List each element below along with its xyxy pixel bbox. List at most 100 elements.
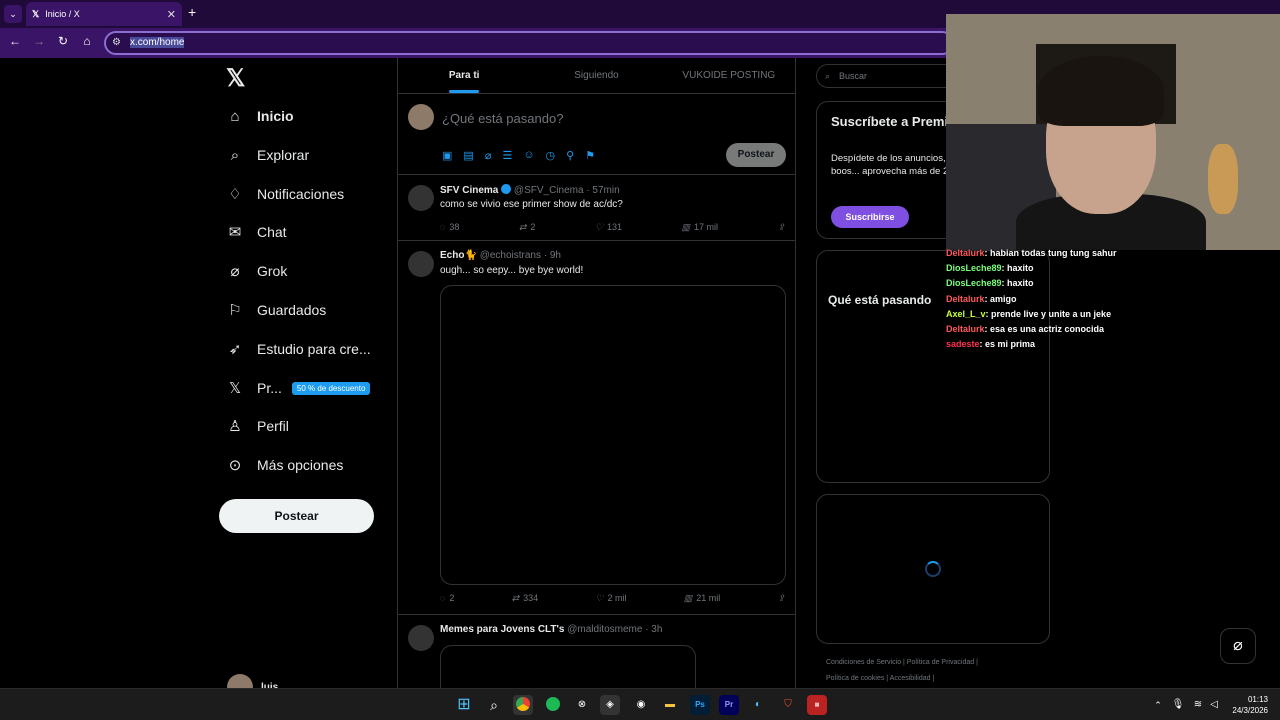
post-handle[interactable]: @malditosmeme · 3h <box>567 624 662 635</box>
grok-icon[interactable]: ⌀ <box>485 149 492 162</box>
bell-icon: ♢ <box>228 186 242 203</box>
post-handle[interactable]: @SFV_Cinema · 57min <box>514 185 620 196</box>
location-icon[interactable]: ⚲ <box>566 149 574 162</box>
post-author[interactable]: SFV Cinema <box>440 185 498 196</box>
system-clock[interactable]: 01:13 24/3/2026 <box>1224 694 1268 716</box>
share-button[interactable]: ⇪ <box>777 222 785 233</box>
nav-label: Perfil <box>257 418 289 434</box>
post[interactable]: SFV Cinema @SFV_Cinema · 57min como se v… <box>398 175 795 241</box>
repost-button[interactable]: ⇄ 2 <box>519 222 536 233</box>
post-text: como se vivio ese primer show de ac/dc? <box>440 199 623 210</box>
share-button[interactable]: ⇪ <box>777 593 785 604</box>
nav-notifications[interactable]: ♢ Notificaciones <box>226 179 344 209</box>
chrome-icon[interactable] <box>513 695 533 715</box>
forward-icon[interactable]: → <box>30 34 48 48</box>
nav-grok[interactable]: ⌀ Grok <box>226 256 287 286</box>
chevron-up-icon[interactable]: ⌃ <box>1148 695 1168 715</box>
steam-icon[interactable]: ◈ <box>600 695 620 715</box>
gif-icon[interactable]: ▤ <box>463 149 473 162</box>
nav-label: Pr... <box>257 380 282 396</box>
brave-icon[interactable]: ⛉ <box>778 695 798 715</box>
footer-links[interactable]: Política de cookies | Accesibilidad | <box>826 675 934 682</box>
nav-profile[interactable]: ♙ Perfil <box>226 411 289 441</box>
tab-search-button[interactable]: ⌄ <box>4 5 22 23</box>
windows-start-icon[interactable]: ⊞ <box>454 695 474 715</box>
post-author[interactable]: Memes para Jovens CLT's <box>440 624 564 635</box>
post[interactable]: Memes para Jovens CLT's @malditosmeme · … <box>398 615 795 688</box>
footer-links[interactable]: Condiciones de Servicio | Política de Pr… <box>826 659 978 666</box>
tab-close-icon[interactable]: ✕ <box>167 8 176 21</box>
reload-icon[interactable]: ↻ <box>54 34 72 48</box>
image-icon[interactable]: ▣ <box>442 149 452 162</box>
x-logo-icon[interactable]: 𝕏 <box>226 64 245 93</box>
spotify-icon[interactable] <box>543 695 563 715</box>
microphone-icon[interactable]: 🎙 <box>1168 695 1188 715</box>
reply-icon: ◌ <box>440 593 446 603</box>
game-icon[interactable]: ▦ <box>807 695 827 715</box>
post-actions: ◌ 38 ⇄ 2 ♡ 131 ▥ 17 mil ⇪ <box>440 222 785 233</box>
nav-explore[interactable]: ⌕ Explorar <box>226 140 309 170</box>
nav-creator-studio[interactable]: ➶ Estudio para cre... <box>226 334 371 364</box>
post-button[interactable]: Postear <box>219 499 374 533</box>
post-handle[interactable]: @echoistrans · 9h <box>480 250 561 261</box>
obs-icon[interactable]: ◉ <box>631 695 651 715</box>
address-bar[interactable]: ⚙ x.com/home <box>104 31 954 55</box>
like-button[interactable]: ♡ 2 mil <box>595 593 626 604</box>
poll-icon[interactable]: ☰ <box>502 149 512 162</box>
views-button[interactable]: ▥ 17 mil <box>681 222 718 233</box>
avatar[interactable] <box>408 625 434 651</box>
post-author[interactable]: Echo🐈 <box>440 250 477 261</box>
avatar[interactable] <box>408 251 434 277</box>
stream-chat-overlay: Deltalurk: habian todas tung tung sahur … <box>946 246 1226 352</box>
reply-button[interactable]: ◌ 38 <box>440 222 459 233</box>
chat-text: : haxito <box>1001 263 1034 274</box>
search-icon[interactable]: ⌕ <box>484 695 504 715</box>
nav-chat[interactable]: ✉ Chat <box>226 217 287 247</box>
heart-icon: ♡ <box>594 222 603 232</box>
post-media[interactable] <box>440 285 786 585</box>
compose-box: ¿Qué está pasando? ▣ ▤ ⌀ ☰ ☺ ◷ ⚲ ⚑ Poste… <box>398 94 795 175</box>
back-icon[interactable]: ← <box>6 34 24 48</box>
site-info-icon[interactable]: ⚙ <box>112 33 121 53</box>
browser-tab[interactable]: 𝕏 Inicio / X ✕ <box>26 2 182 26</box>
nav-home[interactable]: ⌂ Inicio <box>226 101 293 131</box>
chat-message: Deltalurk: amigo <box>946 292 1226 307</box>
tab-following[interactable]: Siguiendo <box>530 58 662 93</box>
views-button[interactable]: ▥ 21 mil <box>684 593 721 604</box>
tab-for-you[interactable]: Para ti <box>398 58 530 93</box>
flag-icon[interactable]: ⚑ <box>585 149 595 162</box>
post-text: ough... so eepy... bye bye world! <box>440 265 584 276</box>
premiere-icon[interactable]: Pr <box>719 695 739 715</box>
folder-icon[interactable]: ▬ <box>660 695 680 715</box>
trends-title: Qué está pasando <box>828 293 932 307</box>
new-tab-button[interactable]: + <box>188 4 196 20</box>
post-media[interactable] <box>440 645 696 688</box>
tab-list[interactable]: VUKOIDE POSTING <box>663 58 795 93</box>
webcam-guitar <box>1208 144 1238 214</box>
repost-button[interactable]: ⇄ 334 <box>512 593 539 604</box>
subscribe-button[interactable]: Suscribirse <box>831 206 909 228</box>
post[interactable]: Echo🐈 @echoistrans · 9h ough... so eepy.… <box>398 241 795 615</box>
emoji-icon[interactable]: ☺ <box>523 149 534 162</box>
photoshop-icon[interactable]: Ps <box>690 695 710 715</box>
compose-input[interactable]: ¿Qué está pasando? <box>442 111 563 126</box>
schedule-icon[interactable]: ◷ <box>546 149 556 162</box>
xbox-icon[interactable]: ⊗ <box>572 695 592 715</box>
share-icon: ⇪ <box>777 222 785 232</box>
like-button[interactable]: ♡ 131 <box>595 222 622 233</box>
search-placeholder: Buscar <box>839 71 868 81</box>
avatar[interactable] <box>408 185 434 211</box>
loading-card <box>816 494 1050 644</box>
nav-label: Chat <box>257 224 287 240</box>
nav-bookmarks[interactable]: ⚐ Guardados <box>226 295 326 325</box>
nav-more[interactable]: ⊙ Más opciones <box>226 450 344 480</box>
compose-post-button[interactable]: Postear <box>726 143 786 167</box>
nav-premium[interactable]: 𝕏 Pr... 50 % de descuento <box>226 373 371 403</box>
rocket-icon: ➶ <box>228 341 242 358</box>
home-icon[interactable]: ⌂ <box>78 34 96 48</box>
grok-float-button[interactable]: ⌀ <box>1220 628 1256 664</box>
cortana-icon[interactable]: ◐ <box>748 695 768 715</box>
volume-icon[interactable]: ◁ <box>1204 695 1224 715</box>
reply-button[interactable]: ◌ 2 <box>440 593 454 604</box>
chat-text: : esa es una actriz conocida <box>984 323 1105 334</box>
